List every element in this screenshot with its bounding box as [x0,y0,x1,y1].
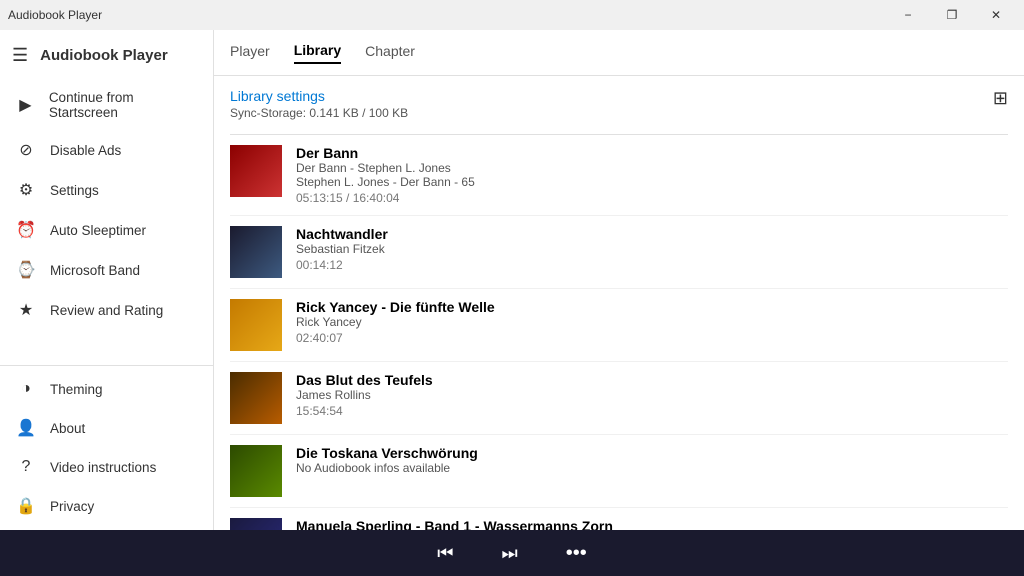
minimize-button[interactable]: − [888,0,928,30]
book-title: Nachtwandler [296,226,1008,242]
sidebar-bottom: ◑ Theming 👤 About ? Video instructions 🔒… [0,365,213,530]
sidebar-item-review[interactable]: ★ Review and Rating [0,290,213,330]
review-icon: ★ [16,300,36,320]
sidebar: ☰ Audiobook Player ▶ Continue from Start… [0,30,214,530]
book-time: 15:54:54 [296,404,1008,418]
library-header: Library settings Sync-Storage: 0.141 KB … [230,88,1008,128]
sidebar-nav: ▶ Continue from Startscreen ⊘ Disable Ad… [0,80,213,365]
hamburger-icon[interactable]: ☰ [12,45,28,66]
next-button[interactable]: ⏭ [493,539,525,568]
app-container: ☰ Audiobook Player ▶ Continue from Start… [0,30,1024,530]
sidebar-item-settings[interactable]: ⚙ Settings [0,170,213,210]
sidebar-item-about[interactable]: 👤 About [0,408,213,448]
titlebar-title: Audiobook Player [8,8,102,22]
main-content: Player Library Chapter Library settings … [214,30,1024,530]
book-title: Das Blut des Teufels [296,372,1008,388]
disable-ads-icon: ⊘ [16,140,36,160]
about-icon: 👤 [16,418,36,438]
sidebar-header: ☰ Audiobook Player [0,30,213,80]
continue-icon: ▶ [16,95,35,115]
theming-icon: ◑ [16,380,36,398]
book-list: Der Bann Der Bann - Stephen L. Jones Ste… [230,135,1008,530]
book-cover-toskana [230,445,282,497]
sidebar-item-label: Settings [50,183,99,198]
privacy-icon: 🔒 [16,496,36,516]
book-item-der-bann[interactable]: Der Bann Der Bann - Stephen L. Jones Ste… [230,135,1008,216]
book-time: 02:40:07 [296,331,1008,345]
sleeptimer-icon: ⏰ [16,220,36,240]
book-item-toskana[interactable]: Die Toskana Verschwörung No Audiobook in… [230,435,1008,508]
sidebar-item-continue[interactable]: ▶ Continue from Startscreen [0,80,213,130]
book-info-rick-yancey: Rick Yancey - Die fünfte Welle Rick Yanc… [296,299,1008,345]
book-title: Rick Yancey - Die fünfte Welle [296,299,1008,315]
sidebar-item-label: Theming [50,382,103,397]
sidebar-item-privacy[interactable]: 🔒 Privacy [0,486,213,526]
prev-button[interactable]: ⏮ [429,539,461,568]
restore-button[interactable]: ❐ [932,0,972,30]
book-cover-rick-yancey [230,299,282,351]
book-subtitle: James Rollins [296,388,1008,402]
sync-storage: Sync-Storage: 0.141 KB / 100 KB [230,106,408,120]
titlebar-controls: − ❐ ✕ [888,0,1016,30]
library-settings-link[interactable]: Library settings [230,88,325,104]
close-button[interactable]: ✕ [976,0,1016,30]
sidebar-item-label: Microsoft Band [50,263,140,278]
book-item-nachtwandler[interactable]: Nachtwandler Sebastian Fitzek 00:14:12 [230,216,1008,289]
sidebar-item-sleeptimer[interactable]: ⏰ Auto Sleeptimer [0,210,213,250]
sidebar-item-label: Auto Sleeptimer [50,223,146,238]
sidebar-item-label: Disable Ads [50,143,121,158]
sidebar-item-label: Privacy [50,499,94,514]
book-subtitle: Sebastian Fitzek [296,242,1008,256]
book-info-nachtwandler: Nachtwandler Sebastian Fitzek 00:14:12 [296,226,1008,272]
sidebar-title: Audiobook Player [40,47,168,64]
book-author: Stephen L. Jones - Der Bann - 65 [296,175,1008,189]
sidebar-item-label: Continue from Startscreen [49,90,197,120]
book-item-manuela[interactable]: Manuela Sperling - Band 1 - Wassermanns … [230,508,1008,530]
book-info-der-bann: Der Bann Der Bann - Stephen L. Jones Ste… [296,145,1008,205]
book-subtitle: Rick Yancey [296,315,1008,329]
tab-library[interactable]: Library [294,42,341,64]
book-info-manuela: Manuela Sperling - Band 1 - Wassermanns … [296,518,1008,530]
book-item-rick-yancey[interactable]: Rick Yancey - Die fünfte Welle Rick Yanc… [230,289,1008,362]
book-cover-das-blut [230,372,282,424]
book-subtitle: No Audiobook infos available [296,461,1008,475]
book-title: Manuela Sperling - Band 1 - Wassermanns … [296,518,1008,530]
sidebar-item-microsoft-band[interactable]: ⌚ Microsoft Band [0,250,213,290]
book-title: Der Bann [296,145,1008,161]
settings-icon: ⚙ [16,180,36,200]
book-cover-manuela [230,518,282,530]
tab-player[interactable]: Player [230,43,270,63]
book-subtitle: Der Bann - Stephen L. Jones [296,161,1008,175]
sidebar-item-label: Review and Rating [50,303,163,318]
library-header-left: Library settings Sync-Storage: 0.141 KB … [230,88,408,128]
book-time: 05:13:15 / 16:40:04 [296,191,1008,205]
player-bar: ⏮ ⏭ ••• [0,530,1024,576]
book-time: 00:14:12 [296,258,1008,272]
book-title: Die Toskana Verschwörung [296,445,1008,461]
sidebar-item-label: About [50,421,85,436]
book-cover-nachtwandler [230,226,282,278]
library-content: Library settings Sync-Storage: 0.141 KB … [214,76,1024,530]
sidebar-item-theming[interactable]: ◑ Theming [0,370,213,408]
band-icon: ⌚ [16,260,36,280]
tabs-bar: Player Library Chapter [214,30,1024,76]
book-info-toskana: Die Toskana Verschwörung No Audiobook in… [296,445,1008,475]
book-info-das-blut: Das Blut des Teufels James Rollins 15:54… [296,372,1008,418]
titlebar: Audiobook Player − ❐ ✕ [0,0,1024,30]
sidebar-item-video[interactable]: ? Video instructions [0,448,213,486]
tab-chapter[interactable]: Chapter [365,43,415,63]
book-item-das-blut[interactable]: Das Blut des Teufels James Rollins 15:54… [230,362,1008,435]
sidebar-item-label: Video instructions [50,460,156,475]
grid-view-icon[interactable]: ⊞ [993,88,1008,109]
sidebar-item-disable-ads[interactable]: ⊘ Disable Ads [0,130,213,170]
book-cover-der-bann [230,145,282,197]
more-button[interactable]: ••• [558,538,595,569]
cover-placeholder [230,145,282,197]
video-icon: ? [16,458,36,476]
